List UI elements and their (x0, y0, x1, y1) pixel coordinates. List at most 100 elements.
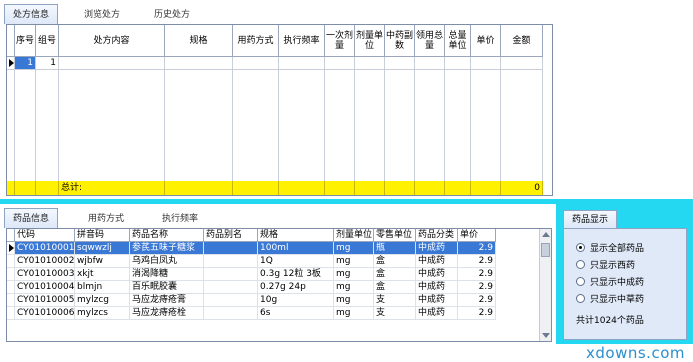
column-header[interactable]: 执行频率 (279, 25, 325, 57)
drug-pinyin-cell[interactable]: blmjn (75, 281, 130, 294)
drug-category-cell[interactable]: 中成药 (416, 268, 458, 281)
tab-drug-info[interactable]: 药品信息 (4, 208, 59, 228)
drug-alias-cell[interactable] (204, 307, 258, 320)
drug-alias-cell[interactable] (204, 268, 258, 281)
column-header[interactable]: 中药副数 (385, 25, 415, 57)
drug-spec-cell[interactable]: 0.3g 12粒 3板 (258, 268, 334, 281)
column-header[interactable]: 单价 (458, 229, 496, 242)
drug-price-cell[interactable]: 2.9 (458, 307, 496, 320)
drug-code-cell[interactable]: CY01010004 (15, 281, 75, 294)
total-qty-cell[interactable] (415, 57, 445, 70)
drug-price-cell[interactable]: 2.9 (458, 255, 496, 268)
drug-dose-unit-cell[interactable]: mg (334, 281, 374, 294)
drug-grid-scrollbar[interactable] (539, 229, 551, 341)
drug-name-cell[interactable]: 参芪五味子糖浆 (130, 242, 204, 255)
drug-pinyin-cell[interactable]: wjbfw (75, 255, 130, 268)
drug-unit-cell[interactable]: 瓶 (374, 242, 416, 255)
drug-alias-cell[interactable] (204, 255, 258, 268)
frequency-cell[interactable] (279, 57, 325, 70)
drug-name-cell[interactable]: 马应龙痔疮栓 (130, 307, 204, 320)
column-header[interactable]: 处方内容 (59, 25, 165, 57)
drug-price-cell[interactable]: 2.9 (458, 242, 496, 255)
column-header[interactable]: 代码 (15, 229, 75, 242)
radio-button-icon[interactable] (576, 243, 585, 252)
drug-category-cell[interactable]: 中成药 (416, 242, 458, 255)
drug-spec-cell[interactable]: 10g (258, 294, 334, 307)
table-row[interactable]: CY01010005 mylzcg 马应龙痔疮膏 10g mg 支 中成药 2.… (7, 294, 551, 307)
price-cell[interactable] (471, 57, 501, 70)
seq-cell[interactable]: 1 (15, 57, 36, 70)
scroll-thumb[interactable] (541, 243, 550, 257)
column-header[interactable]: 一次剂量 (325, 25, 355, 57)
drug-name-cell[interactable]: 乌鸡白凤丸 (130, 255, 204, 268)
drug-name-cell[interactable]: 百乐眠胶囊 (130, 281, 204, 294)
column-header[interactable]: 药品别名 (204, 229, 258, 242)
column-header[interactable]: 组号 (36, 25, 59, 57)
drug-dose-unit-cell[interactable]: mg (334, 255, 374, 268)
spec-cell[interactable] (165, 57, 233, 70)
drug-alias-cell[interactable] (204, 242, 258, 255)
column-header[interactable]: 药品名称 (130, 229, 204, 242)
drug-alias-cell[interactable] (204, 294, 258, 307)
column-header[interactable]: 单价 (471, 25, 501, 57)
radio-button-icon[interactable] (576, 294, 585, 303)
column-header[interactable]: 序号 (15, 25, 36, 57)
radio-button-icon[interactable] (576, 277, 585, 286)
drug-spec-cell[interactable]: 100ml (258, 242, 334, 255)
dose-cell[interactable] (325, 57, 355, 70)
content-cell[interactable] (59, 57, 165, 70)
radio-button-icon[interactable] (576, 260, 585, 269)
tab-usage-method[interactable]: 用药方式 (80, 210, 132, 228)
table-row[interactable]: CY01010006 mylzcs 马应龙痔疮栓 6s mg 支 中成药 2.9 (7, 307, 551, 320)
column-header[interactable]: 用药方式 (233, 25, 279, 57)
scroll-down-arrow-icon[interactable] (542, 333, 550, 338)
drug-alias-cell[interactable] (204, 281, 258, 294)
drug-unit-cell[interactable]: 支 (374, 307, 416, 320)
drug-dose-unit-cell[interactable]: mg (334, 307, 374, 320)
drug-name-cell[interactable]: 消渴降糖 (130, 268, 204, 281)
drug-unit-cell[interactable]: 支 (374, 294, 416, 307)
drug-code-cell[interactable]: CY01010003 (15, 268, 75, 281)
tcm-doses-cell[interactable] (385, 57, 415, 70)
column-header[interactable]: 剂量单位 (355, 25, 385, 57)
drug-pinyin-cell[interactable]: xkjt (75, 268, 130, 281)
column-header[interactable]: 拼音码 (75, 229, 130, 242)
drug-unit-cell[interactable]: 盒 (374, 255, 416, 268)
drug-spec-cell[interactable]: 0.27g 24p (258, 281, 334, 294)
tab-prescription-info[interactable]: 处方信息 (4, 4, 59, 24)
drug-unit-cell[interactable]: 盒 (374, 281, 416, 294)
drug-code-cell[interactable]: CY01010006 (15, 307, 75, 320)
qty-unit-cell[interactable] (445, 57, 471, 70)
drug-code-cell[interactable]: CY01010001 (15, 242, 75, 255)
column-header[interactable]: 药品分类 (416, 229, 458, 242)
drug-pinyin-cell[interactable]: mylzcs (75, 307, 130, 320)
drug-category-cell[interactable]: 中成药 (416, 255, 458, 268)
drug-spec-cell[interactable]: 6s (258, 307, 334, 320)
column-header[interactable]: 剂量单位 (334, 229, 374, 242)
drug-spec-cell[interactable]: 1Q (258, 255, 334, 268)
scroll-up-arrow-icon[interactable] (542, 232, 550, 237)
radio-show-all[interactable]: 显示全部药品 (576, 239, 680, 256)
column-header[interactable]: 零售单位 (374, 229, 416, 242)
prescription-grid[interactable]: 序号 组号 处方内容 规格 用药方式 执行频率 一次剂量 剂量单位 中药副数 领… (6, 24, 553, 196)
group-cell[interactable]: 1 (36, 57, 59, 70)
drug-category-cell[interactable]: 中成药 (416, 281, 458, 294)
column-header[interactable]: 领用总量 (415, 25, 445, 57)
table-row[interactable]: CY01010001 sqwwzlj 参芪五味子糖浆 100ml mg 瓶 中成… (7, 242, 551, 255)
drug-dose-unit-cell[interactable]: mg (334, 268, 374, 281)
drug-category-cell[interactable]: 中成药 (416, 307, 458, 320)
tab-history-prescriptions[interactable]: 历史处方 (146, 6, 198, 24)
drug-price-cell[interactable]: 2.9 (458, 294, 496, 307)
drug-grid[interactable]: 代码 拼音码 药品名称 药品别名 规格 剂量单位 零售单位 药品分类 单价 CY… (6, 228, 552, 342)
drug-unit-cell[interactable]: 盒 (374, 268, 416, 281)
tab-execution-frequency[interactable]: 执行频率 (154, 210, 206, 228)
drug-pinyin-cell[interactable]: sqwwzlj (75, 242, 130, 255)
drug-price-cell[interactable]: 2.9 (458, 281, 496, 294)
drug-pinyin-cell[interactable]: mylzcg (75, 294, 130, 307)
radio-patent-only[interactable]: 只显示中成药 (576, 273, 680, 290)
column-header[interactable]: 规格 (165, 25, 233, 57)
table-row[interactable]: CY01010003 xkjt 消渴降糖 0.3g 12粒 3板 mg 盒 中成… (7, 268, 551, 281)
radio-herbal-only[interactable]: 只显示中草药 (576, 290, 680, 307)
tab-drug-display[interactable]: 药品显示 (563, 210, 618, 228)
table-row[interactable]: CY01010002 wjbfw 乌鸡白凤丸 1Q mg 盒 中成药 2.9 (7, 255, 551, 268)
